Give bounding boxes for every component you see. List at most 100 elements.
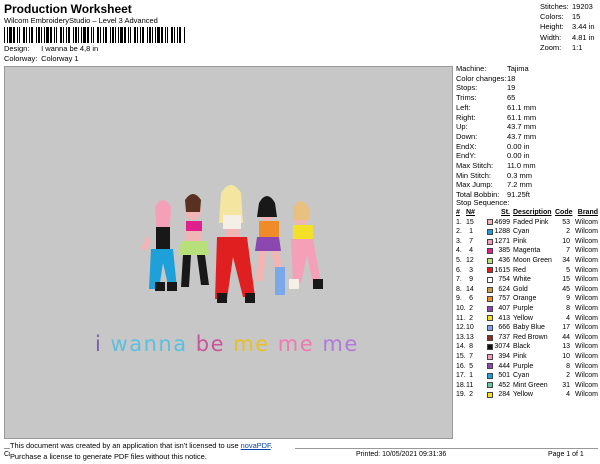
stop-number: 12.	[456, 324, 466, 332]
notice-line-1: This document was created by an applicat…	[10, 440, 295, 451]
table-row: 18. 11 452 Mint Green 31 Wilcom	[456, 381, 598, 391]
info-value: 0.00 in	[507, 141, 530, 151]
info-label: Max Jump:	[456, 180, 493, 190]
color-swatch-cell	[473, 219, 493, 226]
stat-value: 19203	[572, 2, 593, 11]
table-row: 5. 12 436 Moon Green 34 Wilcom	[456, 256, 598, 266]
stop-number: 5.	[456, 256, 462, 264]
info-label: Max Stitch:	[456, 161, 494, 171]
needle-number: 1	[469, 228, 473, 236]
color-description: Cyan	[513, 372, 530, 380]
figure-2	[179, 194, 209, 287]
info-row: Up: 43.7 mm	[456, 122, 598, 132]
thread-brand: Wilcom	[575, 352, 598, 360]
info-label: Left:	[456, 102, 471, 112]
info-value: 65	[507, 93, 516, 103]
needle-number: 8	[469, 343, 473, 351]
color-code: 4	[566, 314, 570, 322]
stitch-count: 737	[498, 333, 510, 341]
color-swatch-cell	[473, 257, 493, 264]
design-stats: Stitches: 19203 Colors: 15 Height: 3.44 in …	[540, 2, 598, 53]
license-notice: This document was created by an applicat…	[10, 440, 295, 462]
stat-value: 4.81 in	[572, 32, 595, 42]
info-label: Down:	[456, 131, 478, 141]
needle-number: 12	[466, 256, 474, 264]
barcode-image	[4, 27, 185, 43]
stat-value: 3.44 in	[572, 22, 595, 32]
color-swatch-cell	[473, 305, 493, 312]
info-row: Stops: 19	[456, 83, 598, 93]
info-value: 7.2 mm	[507, 180, 533, 190]
needle-number: 10	[466, 324, 474, 332]
color-swatch-cell	[473, 344, 493, 351]
stop-number: 7.	[456, 276, 462, 284]
color-description: Gold	[513, 285, 528, 293]
color-swatch-cell	[473, 353, 493, 360]
needle-number: 1	[469, 372, 473, 380]
thread-brand: Wilcom	[575, 266, 598, 274]
thread-brand: Wilcom	[575, 237, 598, 245]
info-label: Up:	[456, 122, 468, 132]
stat-value: 1:1	[572, 42, 583, 52]
table-row: 9. 6 757 Orange 9 Wilcom	[456, 294, 598, 304]
stitch-count: 3074	[494, 343, 510, 351]
thread-brand: Wilcom	[575, 276, 598, 284]
embroidery-figures-illustration	[141, 185, 323, 303]
color-swatch-cell	[473, 286, 493, 293]
thread-brand: Wilcom	[575, 228, 598, 236]
design-label: Design:	[4, 44, 30, 53]
info-value: 43.7 mm	[507, 131, 537, 141]
table-row: 4. 4 385 Magenta 7 Wilcom	[456, 246, 598, 256]
thread-brand: Wilcom	[575, 295, 598, 303]
stop-number: 16.	[456, 362, 466, 370]
color-code: 2	[566, 228, 570, 236]
info-row: Down: 43.7 mm	[456, 132, 598, 142]
info-value: 91.25ft	[507, 190, 530, 200]
color-description: Purple	[513, 362, 534, 370]
thread-brand: Wilcom	[575, 343, 598, 351]
info-value: 18	[507, 73, 516, 83]
needle-number: 7	[469, 352, 473, 360]
table-row: 14. 8 3074 Black 13 Wilcom	[456, 342, 598, 352]
table-row: 19. 2 284 Yellow 4 Wilcom	[456, 390, 598, 400]
design-row: Design: I wanna be 4,8 in	[4, 44, 98, 54]
stat-row: Zoom: 1:1	[540, 43, 598, 53]
colorway-value: Colorway 1	[41, 54, 79, 63]
color-description: Yellow	[513, 391, 533, 399]
colorway-row: Colorway: Colorway 1	[4, 54, 79, 64]
info-label: EndX:	[456, 141, 477, 151]
stop-number: 19.	[456, 391, 466, 399]
color-code: 45	[562, 285, 570, 293]
info-row: Max Jump: 7.2 mm	[456, 180, 598, 190]
color-swatch-cell	[473, 324, 493, 331]
caption-word: me	[233, 332, 270, 356]
color-code: 4	[566, 391, 570, 399]
thread-brand: Wilcom	[575, 362, 598, 370]
stat-row: Stitches: 19203	[540, 2, 598, 12]
color-description: Yellow	[513, 314, 533, 322]
info-label: EndY:	[456, 151, 477, 161]
novapdf-link[interactable]: novaPDF	[241, 441, 271, 450]
figure-4	[255, 196, 285, 295]
info-value: 61.1 mm	[507, 112, 537, 122]
color-description: Black	[513, 343, 531, 351]
color-description: Red Brown	[513, 333, 548, 341]
stop-number: 2.	[456, 228, 462, 236]
needle-number: 2	[469, 314, 473, 322]
thread-brand: Wilcom	[575, 314, 598, 322]
stitch-count: 501	[498, 372, 510, 380]
colorway-label: Colorway:	[4, 54, 38, 63]
design-caption: i wanna be me me me	[95, 332, 359, 356]
color-description: Orange	[513, 295, 537, 303]
color-code: 53	[562, 218, 570, 226]
color-code: 44	[562, 333, 570, 341]
color-description: Cyan	[513, 228, 530, 236]
needle-number: 6	[469, 295, 473, 303]
machine-info: Machine: Tajima Color changes: 18 Stops: 19 Tr…	[456, 64, 598, 200]
info-row: EndY: 0.00 in	[456, 151, 598, 161]
needle-number: 4	[469, 247, 473, 255]
stop-number: 8.	[456, 285, 462, 293]
stitch-count: 1615	[494, 266, 510, 274]
thread-brand: Wilcom	[575, 381, 598, 389]
caption-word: me	[277, 332, 315, 356]
